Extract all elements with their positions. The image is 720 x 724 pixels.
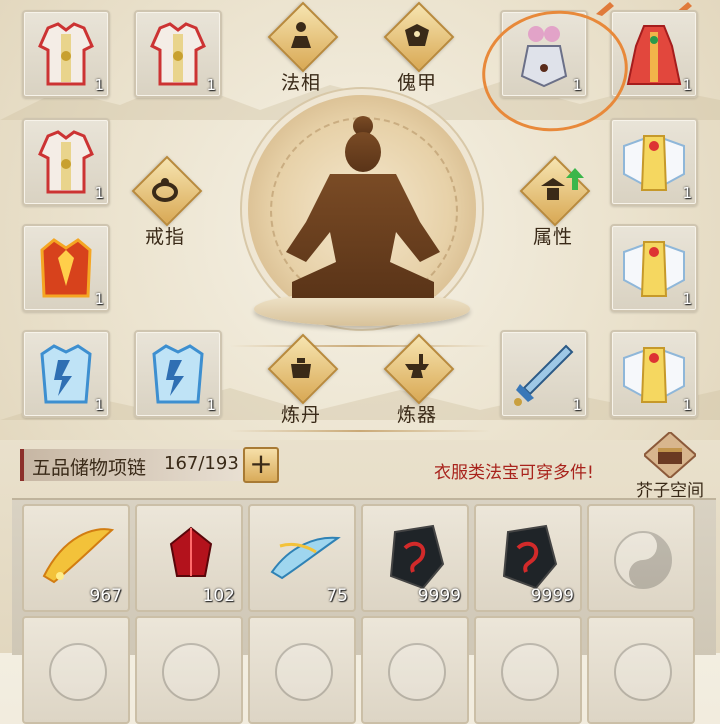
winged-robe-icon [623, 135, 685, 191]
item-count: 1 [94, 290, 104, 308]
equip-slot-fire-armor[interactable]: 1 [22, 224, 110, 312]
yin-yang-icon [614, 643, 672, 701]
bag-slot-golden-feather[interactable]: 967 [22, 504, 130, 612]
jiezhi-button[interactable]: 戒指 [120, 155, 210, 258]
lianqi-button[interactable]: 炼器 [372, 333, 462, 436]
item-count: 102 [202, 586, 235, 606]
item-count: 1 [94, 184, 104, 202]
shuxing-button[interactable]: 属性 [508, 155, 598, 258]
puppet-armor-icon [405, 24, 429, 46]
meditation-icon [291, 22, 311, 48]
bag-slot-empty[interactable] [135, 616, 243, 724]
meditating-figure-icon [286, 116, 440, 298]
yin-yang-icon [49, 643, 107, 701]
white-red-robe-icon [150, 22, 206, 86]
red-dress-icon [626, 25, 682, 85]
lianqi-label: 炼器 [396, 404, 437, 426]
bag-slot-empty[interactable] [361, 616, 469, 724]
yin-yang-icon [275, 643, 333, 701]
bag-grid: 967 102 75 9999 9999 [12, 498, 716, 724]
liandan-button[interactable]: 炼丹 [256, 333, 346, 436]
cauldron-icon [291, 358, 311, 378]
bag-slot-empty[interactable] [587, 504, 695, 612]
equip-slot-blue-sword[interactable]: 1 [500, 330, 588, 418]
bag-slot-red-crystal[interactable]: 102 [135, 504, 243, 612]
bag-slot-empty[interactable] [22, 616, 130, 724]
equip-slot-winged-robe-1[interactable]: 1 [610, 118, 698, 206]
yin-yang-icon [162, 643, 220, 701]
bag-title: 五品储物项链 [32, 457, 147, 479]
red-crystal-icon [169, 526, 213, 577]
equip-slot-winged-robe-3[interactable]: 1 [610, 330, 698, 418]
equip-slot-robe-3[interactable]: 1 [22, 118, 110, 206]
liandan-label: 炼丹 [280, 404, 321, 426]
kuijia-button[interactable]: 傀甲 [372, 1, 462, 104]
yin-yang-icon [501, 643, 559, 701]
equip-slot-ice-armor-1[interactable]: 1 [22, 330, 110, 418]
item-count: 9999 [417, 586, 461, 606]
flame-armor-icon [40, 238, 92, 298]
bag-slot-dark-rune-stone-1[interactable]: 9999 [361, 504, 469, 612]
mustard-space-button[interactable]: 芥子空间 [628, 432, 712, 501]
winged-robe-icon [623, 347, 685, 403]
jiezhi-label: 戒指 [144, 226, 185, 248]
sword-icon [514, 344, 574, 406]
white-red-robe-icon [38, 130, 94, 194]
shuxing-label: 属性 [532, 226, 573, 248]
kuijia-label: 傀甲 [396, 72, 437, 94]
dark-rune-stone-icon [502, 524, 558, 590]
item-count: 1 [206, 396, 216, 414]
faxiang-button[interactable]: 法相 [256, 1, 346, 104]
item-count: 1 [682, 76, 692, 94]
item-count: 967 [89, 586, 122, 606]
item-count: 75 [326, 586, 348, 606]
equip-slot-robe-2[interactable]: 1 [134, 10, 222, 98]
item-count: 1 [206, 76, 216, 94]
hint-text: 衣服类法宝可穿多件! [434, 463, 594, 483]
golden-feather-icon [42, 528, 115, 584]
upgrade-arrow-icon [566, 168, 584, 190]
lightning-armor-icon [152, 344, 204, 404]
ring-icon [152, 178, 178, 202]
anvil-icon [405, 354, 429, 378]
bag-slot-empty[interactable] [474, 616, 582, 724]
white-red-robe-icon [38, 22, 94, 86]
lightning-armor-icon [40, 344, 92, 404]
bag-slot-dark-rune-stone-2[interactable]: 9999 [474, 504, 582, 612]
bag-slot-empty[interactable] [248, 616, 356, 724]
item-count: 1 [682, 290, 692, 308]
yin-yang-icon [388, 643, 446, 701]
winged-robe-icon [623, 241, 685, 297]
equip-slot-robe-1[interactable]: 1 [22, 10, 110, 98]
bag-header: 五品储物项链 167/193 [20, 449, 242, 481]
yin-yang-icon [614, 531, 672, 589]
item-count: 9999 [530, 586, 574, 606]
item-count: 1 [682, 396, 692, 414]
add-capacity-button[interactable]: + [243, 447, 279, 483]
item-count: 1 [572, 396, 582, 414]
chest-icon [644, 432, 696, 478]
blue-wind-feather-icon [270, 536, 341, 580]
bag-capacity: 167/193 [164, 453, 239, 474]
faxiang-label: 法相 [280, 72, 321, 94]
item-count: 1 [94, 396, 104, 414]
dark-rune-stone-icon [389, 524, 445, 590]
equip-slot-winged-robe-2[interactable]: 1 [610, 224, 698, 312]
bag-slot-empty[interactable] [587, 616, 695, 724]
bag-slot-blue-wind-feather[interactable]: 75 [248, 504, 356, 612]
item-count: 1 [682, 184, 692, 202]
equip-slot-ice-armor-2[interactable]: 1 [134, 330, 222, 418]
item-count: 1 [94, 76, 104, 94]
